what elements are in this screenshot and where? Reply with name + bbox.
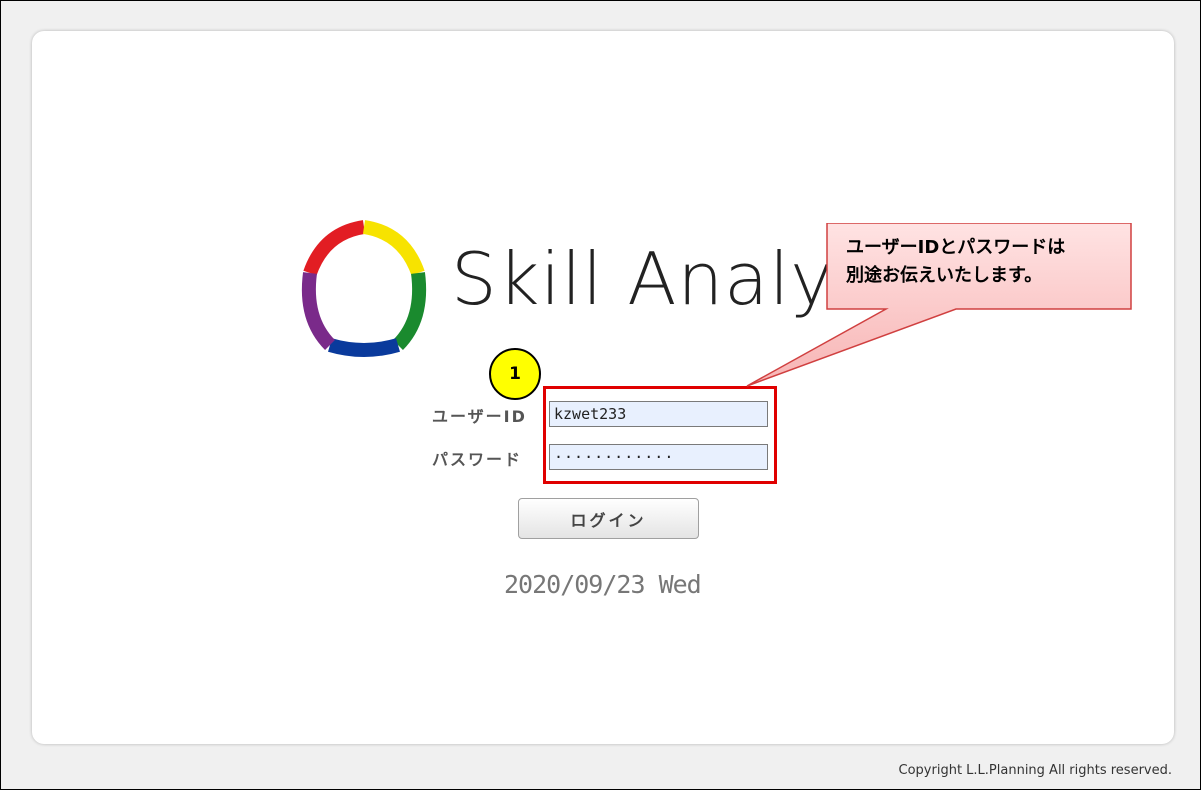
copyright-text: Copyright L.L.Planning All rights reserv… <box>898 763 1172 778</box>
user-id-label: ユーザーID <box>432 407 527 426</box>
logo-pentagon-icon <box>301 220 427 357</box>
logo-segment-red <box>303 220 366 276</box>
fields-highlight-box <box>543 386 777 484</box>
logo-segment-blue <box>328 338 400 357</box>
date-display: 2020/09/23 Wed <box>504 570 702 599</box>
logo-segment-purple <box>301 272 336 350</box>
callout-text: ユーザーIDとパスワードは 別途お伝えいたします。 <box>846 237 1066 286</box>
logo-segment-yellow <box>362 220 425 276</box>
login-button[interactable]: ログイン <box>518 498 699 539</box>
step-number-badge: 1 <box>489 348 541 400</box>
window-frame: Skill Analyst 1 ユーザーID kzwet233 パスワード ··… <box>0 0 1201 790</box>
logo-segment-green <box>392 272 427 350</box>
password-label: パスワード <box>432 450 523 469</box>
